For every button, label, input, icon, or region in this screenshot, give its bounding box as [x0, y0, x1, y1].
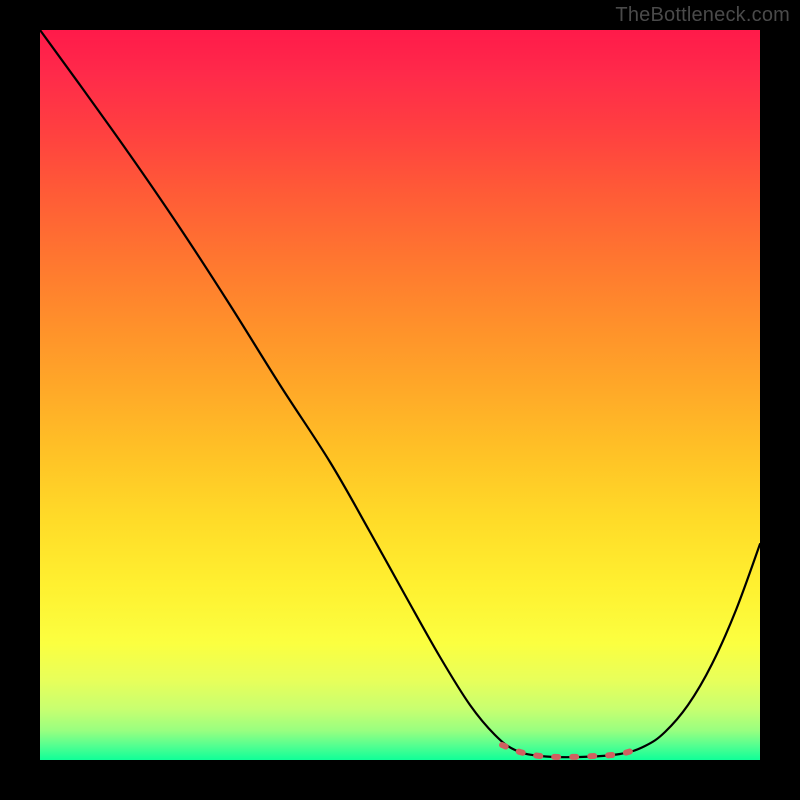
plot-area [40, 30, 760, 760]
optimal-dash-line [502, 745, 640, 757]
attribution-label: TheBottleneck.com [615, 4, 790, 27]
chart-container: TheBottleneck.com [0, 0, 800, 800]
optimal-dash [40, 30, 760, 760]
